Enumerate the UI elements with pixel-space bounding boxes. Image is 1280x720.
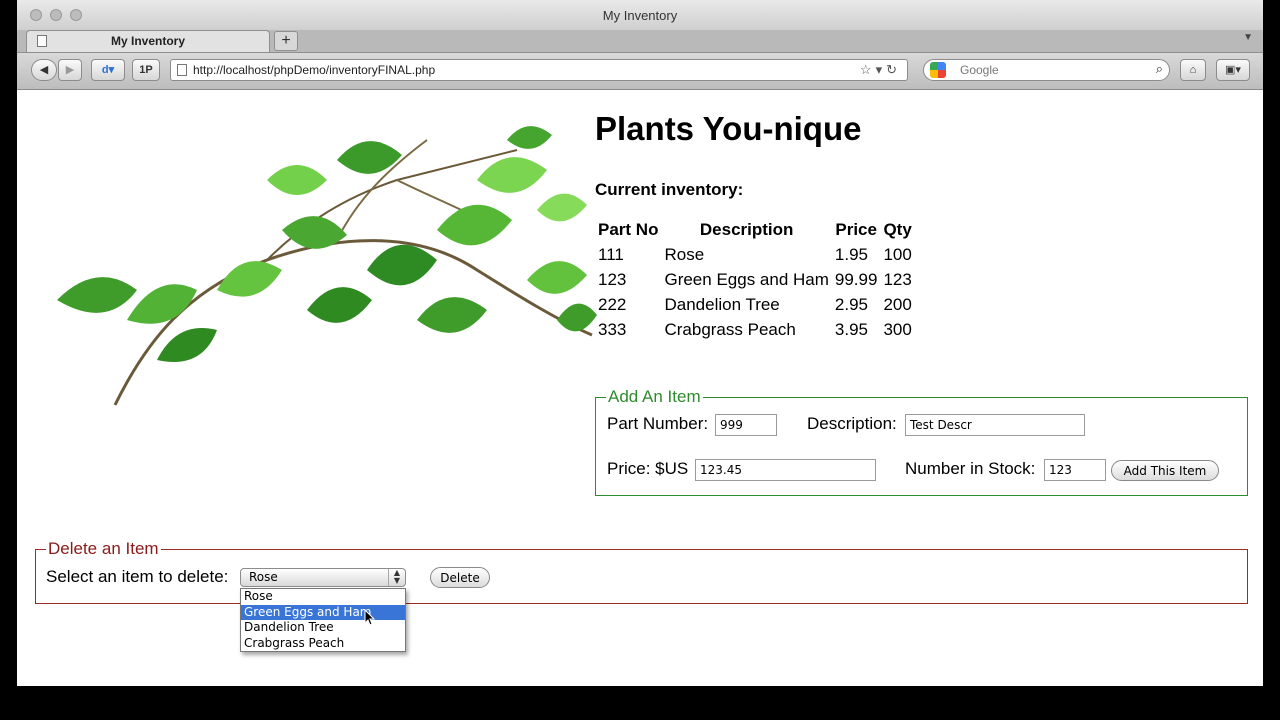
part-number-input[interactable] xyxy=(715,414,777,436)
forward-button[interactable]: ▶ xyxy=(58,59,82,81)
table-row: 222 Dandelion Tree 2.95 200 xyxy=(595,292,915,317)
selected-value: Rose xyxy=(249,570,278,584)
part-no-cell: 222 xyxy=(598,294,627,314)
price-cell: 1.95 xyxy=(834,244,868,264)
description-cell: Crabgrass Peach xyxy=(664,319,796,339)
column-header-part-no: Part No xyxy=(598,220,659,239)
forward-arrow-icon: ▶ xyxy=(65,64,75,76)
addon-icon: d▾ xyxy=(101,64,115,76)
price-input[interactable] xyxy=(695,459,876,481)
table-row: 111 Rose 1.95 100 xyxy=(595,242,915,267)
dropdown-option-green-eggs-and-ham[interactable]: Green Eggs and Ham xyxy=(241,604,405,620)
part-number-label: Part Number: xyxy=(607,414,709,433)
add-item-legend: Add An Item xyxy=(608,387,701,406)
back-button[interactable]: ◀ xyxy=(31,59,57,81)
back-arrow-icon: ◀ xyxy=(39,64,49,76)
qty-cell: 100 xyxy=(883,244,912,264)
part-no-cell: 111 xyxy=(598,244,624,264)
price-cell: 3.95 xyxy=(834,319,868,339)
dropdown-option-rose[interactable]: Rose xyxy=(241,589,405,605)
delete-item-select[interactable]: Rose ▲ ▼ xyxy=(240,568,406,587)
dropdown-option-crabgrass-peach[interactable]: Crabgrass Peach xyxy=(241,636,405,652)
column-header-qty: Qty xyxy=(883,220,912,239)
qty-cell: 300 xyxy=(883,319,912,339)
inventory-table: Part No Description Price Qty 111 Rose 1… xyxy=(595,218,915,342)
qty-cell: 200 xyxy=(883,294,912,314)
browser-window: My Inventory My Inventory + ▼ ◀ ▶ d▾ 1P … xyxy=(17,0,1263,686)
stock-label: Number in Stock: xyxy=(905,459,1036,478)
leaf-branch-image xyxy=(57,126,597,406)
extension-button[interactable]: ▣▾ xyxy=(1216,59,1250,81)
url-bar[interactable]: http://localhost/phpDemo/inventoryFINAL.… xyxy=(170,59,908,81)
tab-list-icon[interactable]: ▼ xyxy=(1243,32,1253,43)
tab-my-inventory[interactable]: My Inventory xyxy=(26,30,270,52)
page-title: Plants You-nique xyxy=(595,110,862,147)
url-text[interactable]: http://localhost/phpDemo/inventoryFINAL.… xyxy=(193,63,435,77)
delete-button[interactable]: Delete xyxy=(430,567,490,588)
table-row: 333 Crabgrass Peach 3.95 300 xyxy=(595,317,915,342)
add-item-button[interactable]: Add This Item xyxy=(1111,460,1219,481)
home-button[interactable]: ⌂ xyxy=(1180,59,1206,81)
page-icon xyxy=(177,64,187,76)
description-label: Description: xyxy=(807,414,897,433)
title-bar: My Inventory xyxy=(17,0,1263,30)
bookmark-addon-button[interactable]: d▾ xyxy=(91,59,125,81)
description-cell: Rose xyxy=(664,244,705,264)
home-icon: ⌂ xyxy=(1189,64,1197,76)
delete-select-dropdown: Rose Green Eggs and Ham Dandelion Tree C… xyxy=(240,588,406,652)
tab-label: My Inventory xyxy=(110,34,185,48)
table-header-row: Part No Description Price Qty xyxy=(595,218,915,242)
window-title: My Inventory xyxy=(602,8,678,23)
search-input[interactable]: Google xyxy=(960,63,999,77)
tab-strip: My Inventory + ▼ xyxy=(17,30,1263,53)
stock-input[interactable] xyxy=(1044,459,1106,481)
price-cell: 2.95 xyxy=(834,294,868,314)
star-icon[interactable]: ☆▾↻ xyxy=(860,62,901,78)
dropdown-option-dandelion-tree[interactable]: Dandelion Tree xyxy=(241,620,405,636)
part-no-cell: 333 xyxy=(598,319,627,339)
search-icon[interactable]: ⌕ xyxy=(1156,61,1163,77)
part-no-cell: 123 xyxy=(598,269,627,289)
onepassword-button[interactable]: 1P xyxy=(132,59,160,81)
inventory-heading: Current inventory: xyxy=(595,180,744,199)
delete-item-legend: Delete an Item xyxy=(48,539,159,558)
extension-icon: ▣▾ xyxy=(1225,64,1241,76)
price-label: Price: $US xyxy=(607,459,689,478)
table-row: 123 Green Eggs and Ham 99.99 123 xyxy=(595,267,915,292)
price-cell: 99.99 xyxy=(834,269,878,289)
new-tab-button[interactable]: + xyxy=(274,31,298,51)
column-header-price: Price xyxy=(835,220,877,239)
description-input[interactable] xyxy=(905,414,1085,436)
description-cell: Dandelion Tree xyxy=(664,294,780,314)
mouse-cursor-icon xyxy=(364,609,376,626)
select-arrows-icon: ▲ ▼ xyxy=(388,569,405,586)
description-cell: Green Eggs and Ham xyxy=(664,269,829,289)
column-header-description: Description xyxy=(699,220,794,239)
page-content: Plants You-nique Current inventory: Part… xyxy=(17,90,1263,686)
google-icon[interactable] xyxy=(930,62,946,78)
select-item-label: Select an item to delete: xyxy=(46,567,229,586)
qty-cell: 123 xyxy=(883,269,912,289)
search-bar[interactable]: Google ⌕ xyxy=(923,59,1170,81)
navigation-toolbar: ◀ ▶ d▾ 1P http://localhost/phpDemo/inven… xyxy=(17,53,1263,90)
